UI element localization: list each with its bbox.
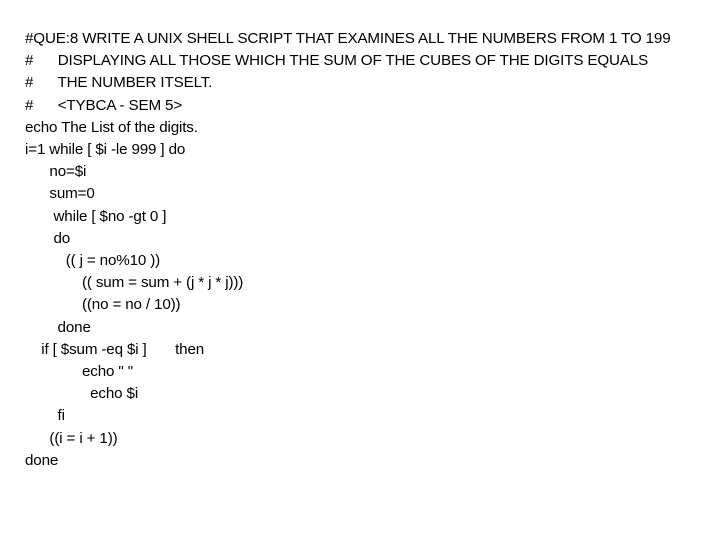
code-line-comment-displaying: # DISPLAYING ALL THOSE WHICH THE SUM OF … — [25, 52, 649, 70]
code-line-comment-number-itself: # THE NUMBER ITSELT. — [25, 74, 213, 92]
code-line-inner-while: while [ $no -gt 0 ] — [25, 207, 167, 225]
code-line-echo-header: echo The List of the digits. — [25, 118, 198, 136]
slide-canvas: #QUE:8 WRITE A UNIX SHELL SCRIPT THAT EX… — [0, 0, 720, 540]
code-line-if-condition: if [ $sum -eq $i ] then — [25, 340, 205, 358]
code-line-inner-do: do — [25, 229, 71, 247]
code-line-inner-done: done — [25, 318, 91, 336]
code-line-compute-no-div: ((no = no / 10)) — [25, 296, 181, 314]
code-line-compute-digit: (( j = no%10 )) — [25, 252, 161, 270]
code-line-assign-no: no=$i — [25, 163, 87, 181]
code-line-outer-done: done — [25, 451, 59, 469]
code-line-assign-sum: sum=0 — [25, 185, 95, 203]
code-line-increment-i: ((i = i + 1)) — [25, 429, 118, 447]
code-line-comment-question: #QUE:8 WRITE A UNIX SHELL SCRIPT THAT EX… — [25, 30, 671, 47]
code-line-compute-sum-cubes: (( sum = sum + (j * j * j))) — [25, 274, 244, 292]
code-line-fi: fi — [25, 407, 65, 425]
code-line-outer-while: i=1 while [ $i -le 999 ] do — [25, 141, 186, 159]
shell-script-code-block: #QUE:8 WRITE A UNIX SHELL SCRIPT THAT EX… — [25, 28, 703, 472]
code-line-echo-i: echo $i — [25, 385, 139, 403]
code-line-echo-blank: echo " " — [25, 363, 133, 381]
code-line-comment-tybca: # <TYBCA - SEM 5> — [25, 96, 183, 114]
